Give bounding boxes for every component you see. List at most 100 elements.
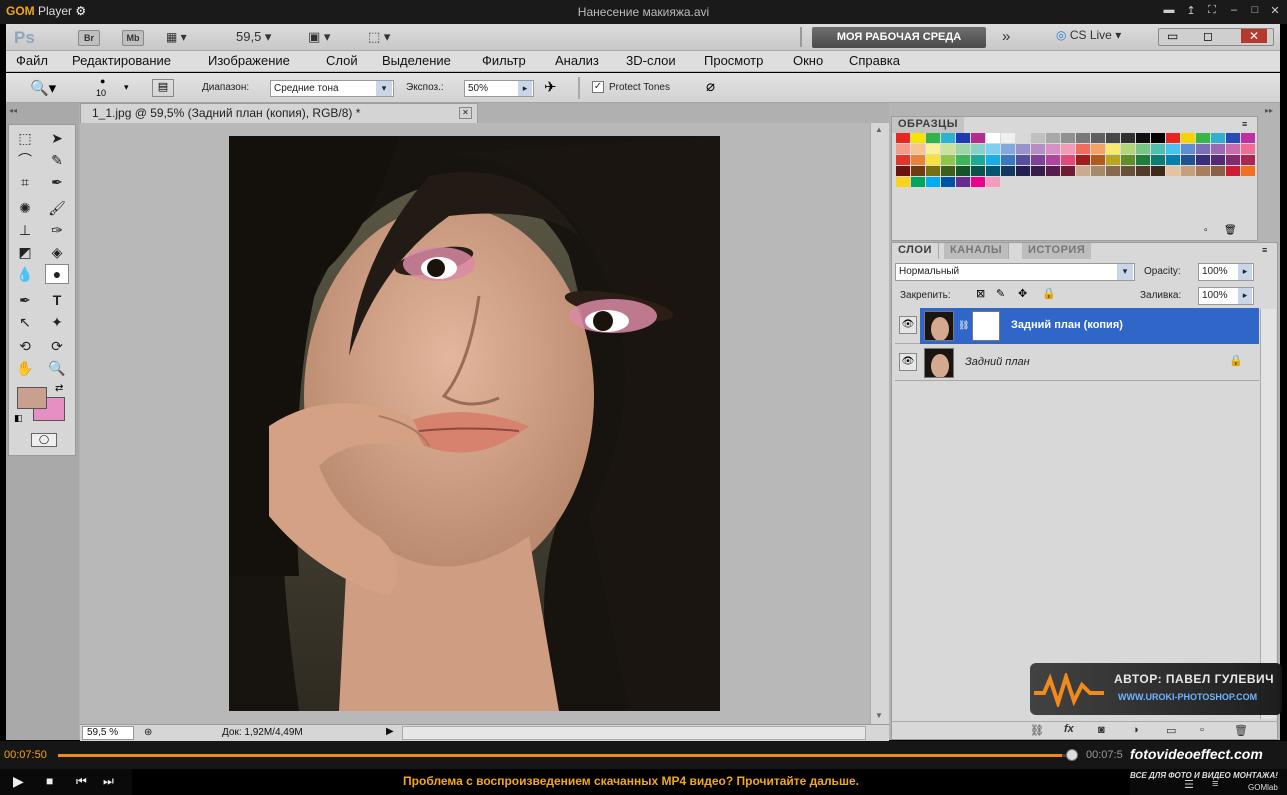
view-extras-menu[interactable]: ▦ ▾ (166, 30, 208, 46)
color-swatch[interactable] (1001, 166, 1016, 177)
quick-mask-icon[interactable]: ◯ (31, 433, 57, 447)
color-swatch[interactable] (1211, 144, 1226, 155)
color-swatch[interactable] (941, 133, 956, 144)
color-swatch[interactable] (1106, 133, 1121, 144)
color-swatch[interactable] (1091, 133, 1106, 144)
color-swatch[interactable] (1016, 133, 1031, 144)
color-swatch[interactable] (1121, 133, 1136, 144)
color-swatch[interactable] (986, 155, 1001, 166)
color-swatch[interactable] (911, 166, 926, 177)
color-swatch[interactable] (1196, 144, 1211, 155)
color-swatch[interactable] (971, 144, 986, 155)
fill-input[interactable]: 100% ▸ (1198, 287, 1254, 305)
visibility-eye-icon[interactable]: 👁 (899, 316, 917, 334)
color-swatch[interactable] (1061, 133, 1076, 144)
color-swatch[interactable] (1106, 166, 1121, 177)
color-swatch[interactable] (1226, 166, 1241, 177)
range-select[interactable]: Средние тона ▾ (270, 80, 394, 97)
color-swatch[interactable] (956, 144, 971, 155)
color-swatch[interactable] (1016, 144, 1031, 155)
crop-tool-icon[interactable]: ⌗ (15, 173, 35, 191)
color-swatch[interactable] (941, 177, 956, 188)
color-swatch[interactable] (1166, 155, 1181, 166)
color-swatch[interactable] (1226, 133, 1241, 144)
blend-mode-select[interactable]: Нормальный ▾ (895, 263, 1135, 281)
dodge-tool-icon[interactable]: ● (45, 264, 69, 284)
color-swatch[interactable] (1091, 144, 1106, 155)
color-swatch[interactable] (926, 166, 941, 177)
zoom-field[interactable]: 59,5 % (82, 726, 134, 740)
color-swatch[interactable] (941, 144, 956, 155)
lock-position-icon[interactable]: ✥ (1018, 287, 1027, 300)
color-swatch[interactable] (1226, 144, 1241, 155)
color-swatch[interactable] (1001, 144, 1016, 155)
path-selection-tool-icon[interactable]: ↖ (15, 313, 35, 331)
menu-item[interactable]: Справка (849, 53, 900, 68)
playlist-icon[interactable]: ≡ (1212, 778, 1218, 790)
color-swatch[interactable] (1226, 155, 1241, 166)
color-swatch[interactable] (1211, 133, 1226, 144)
visibility-eye-icon[interactable]: 👁 (899, 353, 917, 371)
color-swatch[interactable] (1046, 133, 1061, 144)
pen-tool-icon[interactable]: ✒ (15, 291, 35, 309)
folder-icon[interactable]: ▭ (1166, 724, 1176, 737)
eyedropper-tool-icon[interactable]: ✒ (47, 173, 67, 191)
color-swatch[interactable] (1046, 166, 1061, 177)
color-swatch[interactable] (986, 166, 1001, 177)
color-swatch[interactable] (1181, 166, 1196, 177)
status-icon[interactable]: ⊛ (144, 727, 152, 738)
seek-bar[interactable] (58, 754, 1072, 757)
new-swatch-icon[interactable]: ▫ (1204, 225, 1208, 236)
eraser-tool-icon[interactable]: ◩ (15, 243, 35, 261)
blur-tool-icon[interactable]: 💧 (15, 265, 35, 283)
color-swatch[interactable] (1151, 166, 1166, 177)
healing-brush-tool-icon[interactable]: ✺ (15, 199, 35, 217)
more-workspaces-icon[interactable]: » (1002, 28, 1010, 45)
zoom-level-menu[interactable]: 59,5 ▾ (236, 29, 271, 45)
pressure-icon[interactable]: ⌀ (706, 77, 715, 95)
stop-button[interactable]: ■ (46, 774, 53, 788)
color-swatch[interactable] (941, 166, 956, 177)
3d-orbit-tool-icon[interactable]: ⟳ (47, 337, 67, 355)
type-tool-icon[interactable]: T (47, 291, 67, 309)
scroll-up-icon[interactable]: ▲ (875, 125, 883, 134)
color-swatch[interactable] (1181, 144, 1196, 155)
trash-icon[interactable]: 🗑 (1224, 225, 1237, 236)
color-swatch[interactable] (971, 133, 986, 144)
mini-bridge-button[interactable]: Mb (122, 30, 144, 46)
close-tab-icon[interactable]: ✕ (459, 107, 472, 119)
protect-tones-checkbox[interactable]: ✓ (592, 81, 604, 93)
color-swatch[interactable] (1046, 155, 1061, 166)
minimize-compact-icon[interactable]: ▬ (1160, 4, 1178, 20)
add-mask-icon[interactable]: ◙ (1098, 724, 1105, 736)
color-swatch[interactable] (1211, 166, 1226, 177)
color-swatch[interactable] (911, 155, 926, 166)
color-swatch[interactable] (1061, 144, 1076, 155)
color-swatch[interactable] (1046, 144, 1061, 155)
color-swatch[interactable] (1196, 155, 1211, 166)
default-colors-icon[interactable]: ◧ (14, 413, 23, 424)
arrange-documents-menu[interactable]: ▣ ▾ (308, 29, 330, 45)
color-swatch[interactable] (986, 177, 1001, 188)
opacity-input[interactable]: 100% ▸ (1198, 263, 1254, 281)
3d-rotate-tool-icon[interactable]: ⟲ (15, 337, 35, 355)
quick-selection-tool-icon[interactable]: ✎ (47, 151, 67, 169)
lock-all-icon[interactable]: 🔒 (1042, 287, 1056, 300)
horizontal-scrollbar[interactable] (402, 726, 866, 740)
color-swatch[interactable] (1136, 144, 1151, 155)
maximize-button[interactable]: □ (1246, 4, 1264, 20)
color-swatch[interactable] (956, 133, 971, 144)
menu-item[interactable]: Фильтр (482, 53, 526, 68)
hand-tool-icon[interactable]: ✋ (15, 359, 35, 377)
portrait-photo[interactable] (229, 136, 720, 711)
color-swatch[interactable] (986, 144, 1001, 155)
color-swatch[interactable] (1151, 144, 1166, 155)
color-swatch[interactable] (1091, 155, 1106, 166)
brush-preset-picker[interactable]: ● 10 ▾ (86, 76, 129, 100)
color-swatch[interactable] (926, 155, 941, 166)
seek-handle[interactable] (1066, 749, 1078, 761)
close-button[interactable]: ✕ (1266, 4, 1284, 20)
color-swatch[interactable] (1076, 166, 1091, 177)
color-swatch[interactable] (956, 155, 971, 166)
marquee-tool-icon[interactable]: ⬚ (15, 129, 35, 147)
